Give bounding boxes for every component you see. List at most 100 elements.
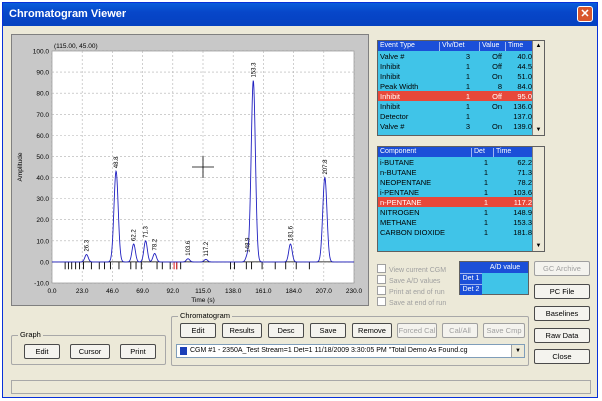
event-cell: 1 [465, 72, 470, 81]
x-tick-label: 230.0 [346, 288, 363, 295]
event-row[interactable]: Inhibit 1 Off 44.5 [378, 61, 544, 71]
y-tick-label: -10.0 [34, 281, 49, 288]
graph-cursor-button[interactable]: Cursor [70, 344, 110, 359]
save-at-end-checkbox[interactable]: Save at end of run [377, 297, 446, 307]
event-cell: Inhibit [380, 62, 401, 71]
header-comp-time[interactable]: Time [494, 148, 534, 157]
scroll-down-icon[interactable]: ▼ [533, 125, 544, 135]
component-row[interactable]: CARBON DIOXIDE 1 181.8 [378, 227, 544, 237]
event-cell: 1 [465, 62, 470, 71]
component-row[interactable]: i-PENTANE 1 103.6 [378, 187, 544, 197]
header-det[interactable]: Det [472, 148, 494, 157]
chromatogram-chart[interactable]: 100.0 90.0 80.0 70.0 60.0 50.0 40.0 30.0 20.0 10.… [12, 35, 368, 305]
forced-cal-button[interactable]: Forced Cal [397, 323, 437, 338]
cgm-desc-button[interactable]: Desc [268, 323, 304, 338]
event-row[interactable]: Valve # 3 On 139.0 [378, 121, 544, 131]
component-row[interactable]: n-PENTANE 1 117.2 [378, 197, 544, 207]
graph-print-button[interactable]: Print [120, 344, 156, 359]
graph-edit-button[interactable]: Edit [24, 344, 60, 359]
event-row[interactable]: Detector 1 137.0 [378, 111, 544, 121]
event-cell: 139.0 [513, 122, 532, 131]
y-tick-label: 70.0 [36, 112, 49, 119]
event-cell: Inhibit [380, 102, 401, 111]
scroll-up-icon[interactable]: ▲ [533, 41, 544, 51]
x-tick-label: 115.0 [195, 288, 211, 295]
header-component[interactable]: Component [378, 148, 472, 157]
chevron-down-icon[interactable]: ▼ [511, 345, 524, 357]
component-table[interactable]: Component Det Time i-BUTANE 1 62.2 n-BUTANE… [377, 146, 545, 252]
event-row[interactable]: Inhibit 1 Off 95.0 [378, 91, 544, 101]
raw-data-button[interactable]: Raw Data [534, 328, 590, 343]
close-window-button[interactable]: ✕ [577, 6, 593, 22]
event-table-scrollbar[interactable]: ▲ ▼ [532, 41, 544, 135]
header-value[interactable]: Value [480, 42, 506, 51]
component-row[interactable]: NITROGEN 1 148.9 [378, 207, 544, 217]
component-table-scrollbar[interactable]: ▼ [532, 147, 544, 251]
cal-all-button[interactable]: Cal/All [442, 323, 478, 338]
header-event-type[interactable]: Event Type [378, 42, 440, 51]
peak-label: 48.8 [114, 156, 120, 168]
scroll-down-icon[interactable]: ▼ [533, 241, 544, 251]
event-row[interactable]: Inhibit 1 On 51.0 [378, 71, 544, 81]
component-cell: 181.8 [513, 228, 532, 237]
save-ad-values-checkbox[interactable]: Save A/D values [377, 275, 440, 285]
baselines-button[interactable]: Baselines [534, 306, 590, 321]
header-time[interactable]: Time [506, 42, 534, 51]
event-row[interactable]: Valve # 3 Off 40.0 [378, 51, 544, 61]
component-cell: METHANE [380, 218, 417, 227]
component-cell: 1 [483, 218, 488, 227]
close-button[interactable]: Close [534, 349, 590, 364]
event-row[interactable]: Inhibit 1 On 136.0 [378, 101, 544, 111]
component-cell: NITROGEN [380, 208, 420, 217]
peak-label: 26.3 [85, 239, 91, 251]
component-cell: i-PENTANE [380, 188, 420, 197]
event-cell: 1 [465, 102, 470, 111]
component-row[interactable]: i-BUTANE 1 62.2 [378, 157, 544, 167]
event-cell: Off [492, 52, 502, 61]
save-cmp-button[interactable]: Save Cmp [483, 323, 525, 338]
cgm-results-button[interactable]: Results [222, 323, 262, 338]
component-cell: 1 [483, 158, 488, 167]
cgm-color-swatch [180, 347, 187, 355]
chromatogram-select[interactable]: CGM #1 - 2350A_Test Stream=1 Det=1 11/18… [176, 344, 525, 358]
y-tick-label: 60.0 [36, 133, 49, 140]
peak-label: 153.3 [251, 62, 257, 78]
cgm-save-button[interactable]: Save [310, 323, 346, 338]
cgm-edit-button[interactable]: Edit [180, 323, 216, 338]
component-cell: i-BUTANE [380, 158, 415, 167]
component-cell: 62.2 [517, 158, 532, 167]
y-tick-label: 0.0 [40, 259, 49, 266]
status-bar [11, 380, 591, 394]
x-axis-label: Time (s) [191, 297, 215, 304]
event-row[interactable]: Peak Width 1 8 84.0 [378, 81, 544, 91]
component-cell: 148.9 [513, 208, 532, 217]
title-bar[interactable]: Chromatogram Viewer ✕ [3, 3, 597, 26]
event-cell: On [491, 102, 502, 111]
component-cell: 1 [483, 168, 488, 177]
view-current-cgm-checkbox[interactable]: View current CGM [377, 264, 446, 274]
cgm-remove-button[interactable]: Remove [352, 323, 392, 338]
pc-file-button[interactable]: PC File [534, 284, 590, 299]
event-table[interactable]: Event Type Vlv/Det Value Time Valve # 3 Of… [377, 40, 545, 136]
chromatogram-plot[interactable]: 100.0 90.0 80.0 70.0 60.0 50.0 40.0 30.0 20.0 10.… [11, 34, 369, 306]
event-cell: 1 [465, 92, 470, 101]
component-row[interactable]: n-BUTANE 1 71.3 [378, 167, 544, 177]
y-tick-label: 40.0 [36, 175, 49, 182]
component-row[interactable]: NEOPENTANE 1 78.2 [378, 177, 544, 187]
header-vlv-det[interactable]: Vlv/Det [440, 42, 480, 51]
component-cell: n-BUTANE [380, 168, 417, 177]
gc-archive-button[interactable]: GC Archive [534, 261, 590, 276]
event-table-header: Event Type Vlv/Det Value Time [378, 41, 544, 51]
component-cell: 1 [483, 228, 488, 237]
ad-value-box: A/D value Det 1 Det 2 [459, 261, 529, 295]
peak-label: 78.2 [153, 238, 159, 250]
y-tick-label: 10.0 [36, 238, 49, 245]
y-tick-label: 90.0 [36, 70, 49, 77]
print-at-end-checkbox[interactable]: Print at end of run [377, 286, 445, 296]
event-cell: On [491, 72, 502, 81]
chromatogram-group: Chromatogram Edit Results Desc Save Remo… [171, 311, 529, 366]
y-tick-label: 100.0 [33, 49, 50, 56]
event-cell: 3 [465, 52, 470, 61]
event-cell: 44.5 [517, 62, 532, 71]
component-row[interactable]: METHANE 1 153.3 [378, 217, 544, 227]
